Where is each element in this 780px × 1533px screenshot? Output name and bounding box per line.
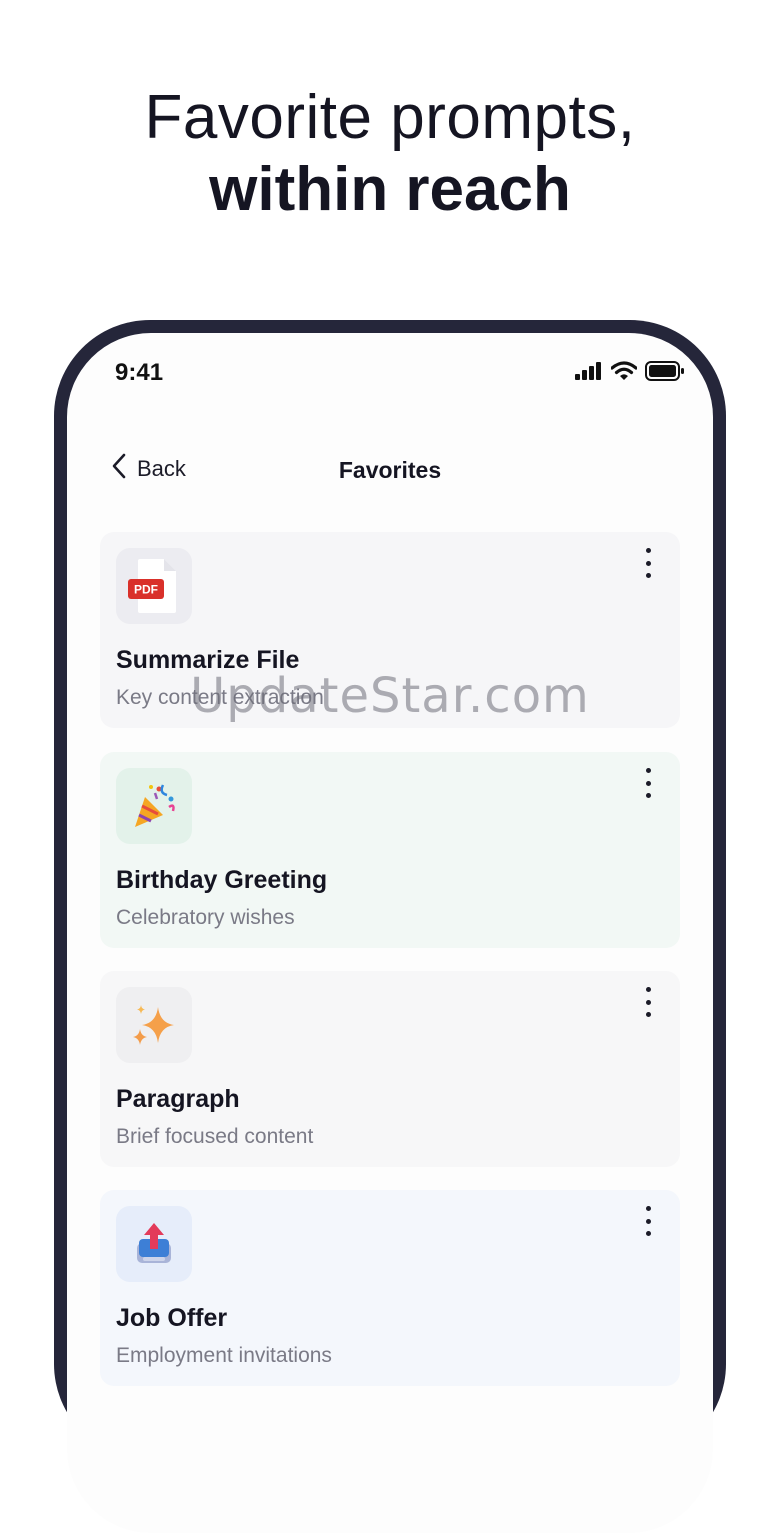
card-title: Birthday Greeting: [116, 866, 328, 894]
card-subtitle: Brief focused content: [116, 1125, 314, 1148]
phone-frame: 9:41 Back Favorites PDF Summarize File K…: [54, 320, 726, 1533]
favorite-card-paragraph[interactable]: Paragraph Brief focused content: [100, 971, 680, 1167]
navigation-bar: Back Favorites: [67, 453, 713, 493]
marketing-headline: Favorite prompts, within reach: [0, 82, 780, 226]
headline-line-1: Favorite prompts,: [144, 83, 636, 152]
page-title: Favorites: [338, 457, 442, 483]
watermark-text: UpdateStar.com: [190, 668, 590, 724]
more-options-icon[interactable]: [638, 768, 658, 798]
favorite-card-job-offer[interactable]: Job Offer Employment invitations: [100, 1190, 680, 1386]
more-options-icon[interactable]: [638, 548, 658, 578]
battery-icon: [645, 361, 685, 386]
phone-screen: 9:41 Back Favorites PDF Summarize File K…: [67, 333, 713, 1533]
status-icons: [575, 361, 685, 386]
card-title: Paragraph: [116, 1085, 240, 1113]
more-options-icon[interactable]: [638, 1206, 658, 1236]
favorite-card-birthday-greeting[interactable]: Birthday Greeting Celebratory wishes: [100, 752, 680, 948]
pdf-label: PDF: [134, 583, 158, 597]
more-options-icon[interactable]: [638, 987, 658, 1017]
headline-line-2: within reach: [209, 155, 571, 224]
card-subtitle: Celebratory wishes: [116, 906, 295, 929]
sparkles-icon: [116, 987, 192, 1063]
card-subtitle: Employment invitations: [116, 1344, 332, 1367]
pdf-file-icon: PDF: [116, 548, 192, 624]
inbox-upload-icon: [116, 1206, 192, 1282]
card-title: Job Offer: [116, 1304, 228, 1332]
cellular-signal-icon: [575, 362, 603, 385]
wifi-icon: [610, 361, 638, 386]
status-time: 9:41: [115, 359, 164, 386]
party-popper-icon: [116, 768, 192, 844]
